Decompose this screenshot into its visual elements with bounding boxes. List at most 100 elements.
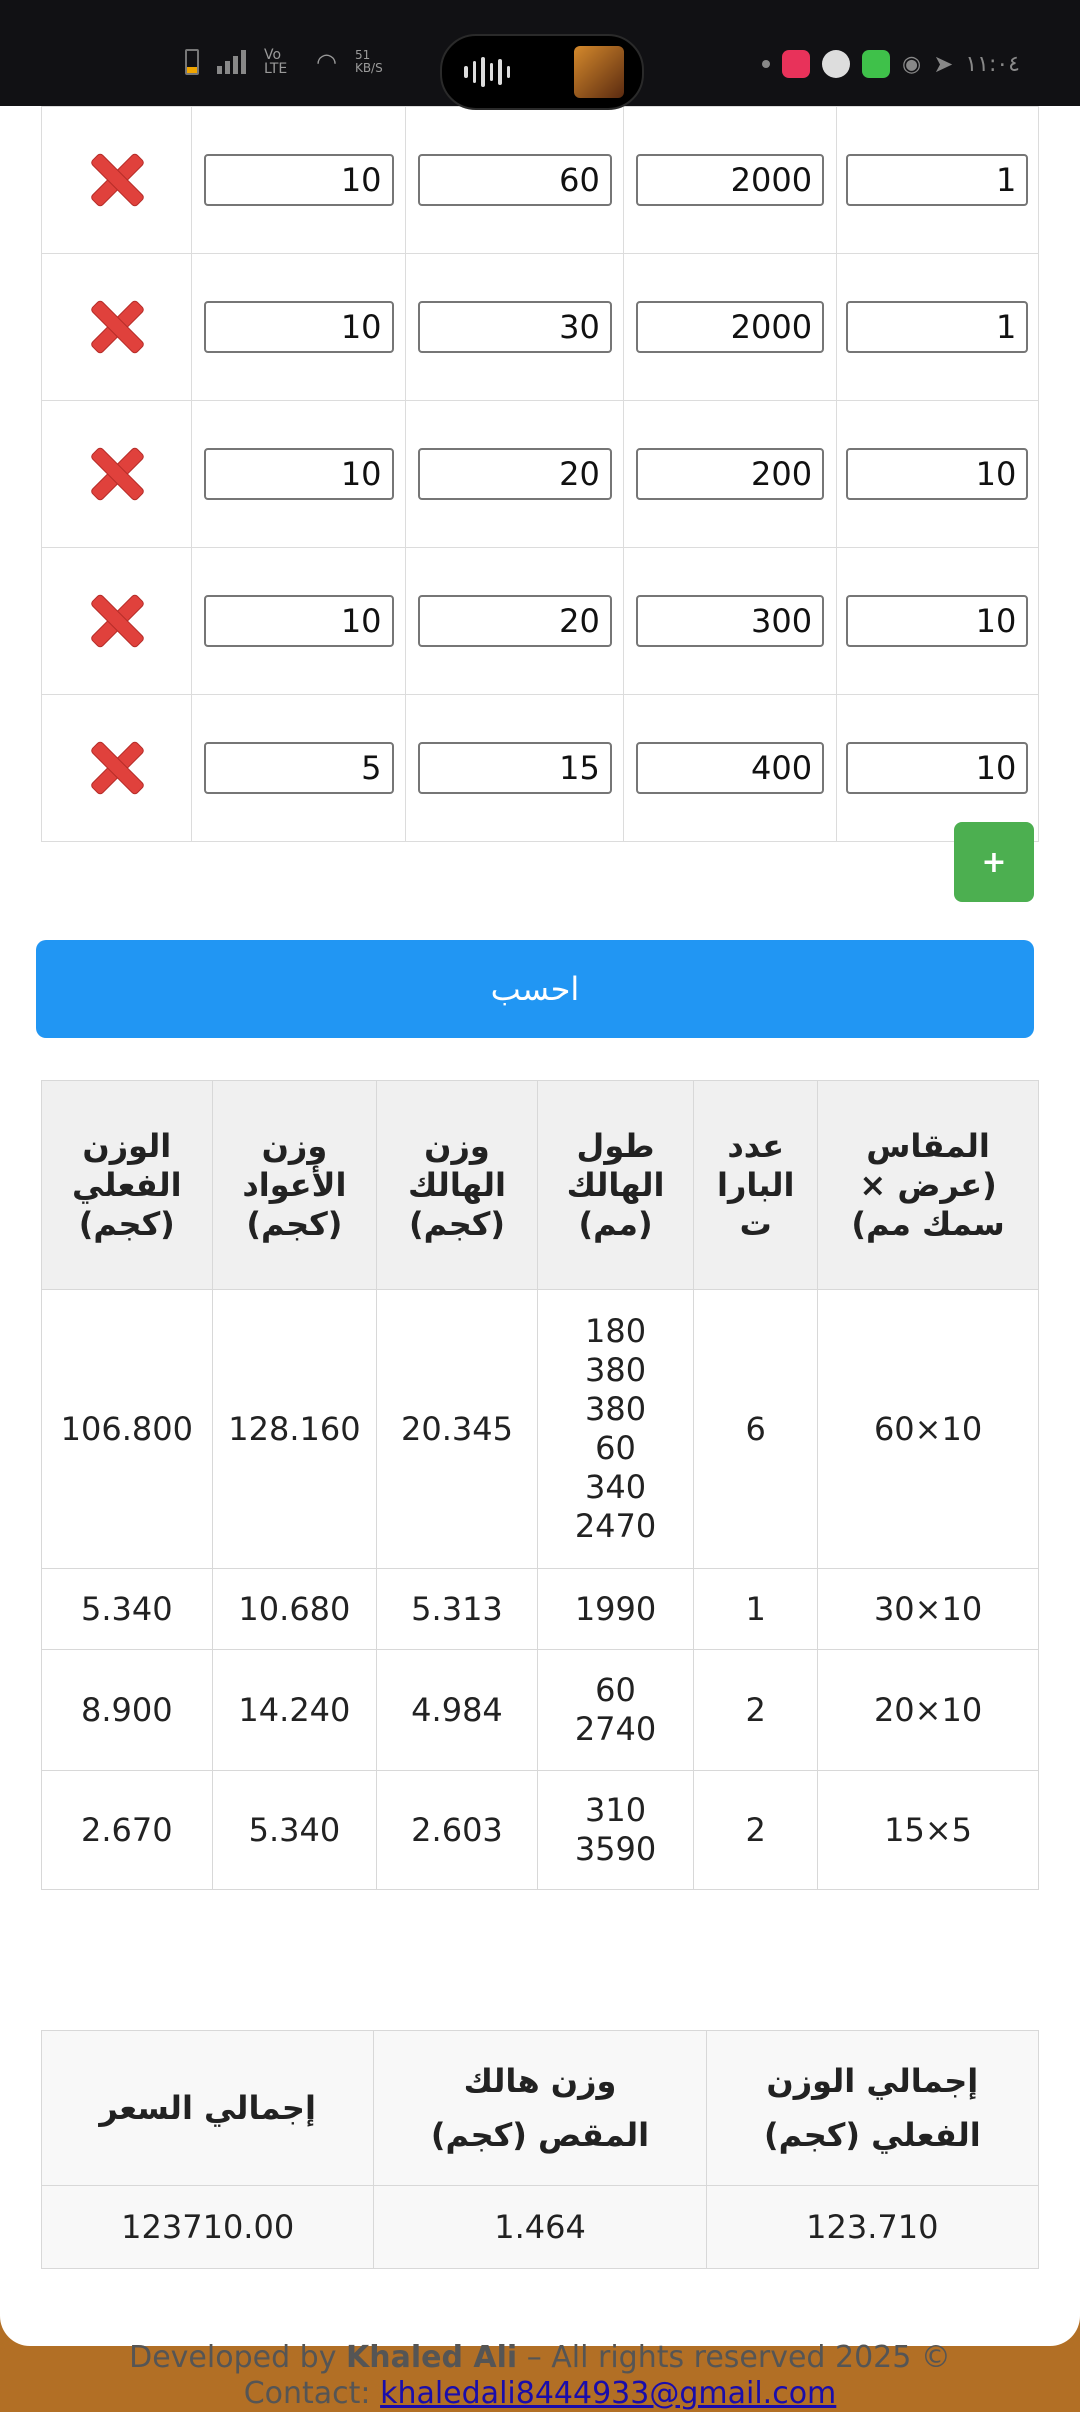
bars-cell: 2 bbox=[693, 1649, 819, 1771]
result-row: 10×20 2 60 2740 4.984 14.240 8.900 bbox=[41, 1649, 1039, 1771]
results-header-row: المقاس (عرض × سمك مم) عدد البارا ت طول ا… bbox=[41, 1080, 1039, 1290]
input-cell bbox=[835, 400, 1040, 548]
thickness-input[interactable] bbox=[203, 301, 394, 353]
totals-table: إجمالي الوزن الفعلي (كجم) وزن هالك المقص… bbox=[40, 2030, 1040, 2269]
waste-length-value: 60 bbox=[595, 1671, 636, 1709]
waste-length-cell: 60 2740 bbox=[536, 1649, 695, 1771]
input-cell bbox=[623, 253, 837, 401]
total-price-header: إجمالي السعر bbox=[40, 2030, 375, 2186]
delete-row-icon[interactable] bbox=[88, 150, 144, 206]
waste-length-value: 2740 bbox=[574, 1710, 657, 1748]
size-cell: 10×20 bbox=[817, 1649, 1039, 1771]
delete-row-icon[interactable] bbox=[88, 297, 144, 353]
width-input[interactable] bbox=[417, 301, 612, 353]
input-row bbox=[41, 106, 1040, 254]
width-input[interactable] bbox=[417, 154, 612, 206]
audio-wave-icon bbox=[464, 56, 510, 88]
waste-length-value: 310 bbox=[584, 1791, 647, 1829]
input-cell bbox=[405, 547, 625, 695]
music-app-icon bbox=[782, 50, 810, 78]
width-input[interactable] bbox=[417, 742, 612, 794]
length-input[interactable] bbox=[636, 742, 825, 794]
totals-header-row: إجمالي الوزن الفعلي (كجم) وزن هالك المقص… bbox=[40, 2030, 1040, 2186]
actual-weight-cell: 5.340 bbox=[41, 1568, 213, 1650]
input-cell bbox=[623, 547, 837, 695]
input-cell bbox=[190, 547, 407, 695]
waste-length-value: 1990 bbox=[574, 1589, 657, 1628]
waste-length-value: 180 bbox=[584, 1312, 647, 1350]
contact-label: Contact: bbox=[243, 2376, 371, 2411]
input-cell bbox=[190, 400, 407, 548]
count-input[interactable] bbox=[846, 595, 1029, 647]
count-input[interactable] bbox=[846, 448, 1029, 500]
rods-weight-cell: 10.680 bbox=[211, 1568, 378, 1650]
input-cell bbox=[835, 106, 1040, 254]
waste-length-cell: 180 380 380 60 340 2470 bbox=[536, 1289, 695, 1569]
delete-row-icon[interactable] bbox=[88, 444, 144, 500]
add-row-button[interactable]: + bbox=[954, 822, 1034, 902]
total-actual-weight-value: 123.710 bbox=[705, 2185, 1040, 2269]
header-waste-weight: وزن الهالك (كجم) bbox=[376, 1080, 538, 1290]
network-speed: 51 KB/S bbox=[354, 48, 383, 75]
thickness-input[interactable] bbox=[203, 154, 394, 206]
calculate-button[interactable]: احسب bbox=[36, 940, 1034, 1038]
waste-weight-cell: 4.984 bbox=[376, 1649, 538, 1771]
total-actual-weight-header: إجمالي الوزن الفعلي (كجم) bbox=[705, 2030, 1040, 2186]
app-icon bbox=[822, 50, 850, 78]
status-bar: Vo LTE ◠ 51 KB/S ◉ ➤ ١١:٠٤ bbox=[0, 0, 1080, 110]
input-cell bbox=[623, 694, 837, 842]
waste-length-value: 2470 bbox=[574, 1507, 657, 1545]
messages-app-icon bbox=[862, 50, 890, 78]
input-table bbox=[41, 106, 1040, 842]
count-input[interactable] bbox=[846, 154, 1029, 206]
bars-cell: 6 bbox=[693, 1289, 819, 1569]
dynamic-island[interactable] bbox=[440, 34, 644, 110]
scissor-waste-value: 1.464 bbox=[373, 2185, 707, 2269]
length-input[interactable] bbox=[636, 448, 825, 500]
header-size: المقاس (عرض × سمك مم) bbox=[817, 1080, 1039, 1290]
thickness-input[interactable] bbox=[203, 448, 394, 500]
input-cell bbox=[835, 694, 1040, 842]
rights-text: – All rights reserved 2025 © bbox=[526, 2340, 951, 2375]
results-table: المقاس (عرض × سمك مم) عدد البارا ت طول ا… bbox=[41, 1080, 1039, 1890]
bars-cell: 1 bbox=[693, 1568, 819, 1650]
input-cell bbox=[190, 694, 407, 842]
thickness-input[interactable] bbox=[203, 595, 394, 647]
size-cell: 10×60 bbox=[817, 1289, 1039, 1569]
header-waste-length: طول الهالك (مم) bbox=[536, 1080, 695, 1290]
delete-row-icon[interactable] bbox=[88, 738, 144, 794]
header-actual-weight: الوزن الفعلي (كجم) bbox=[41, 1080, 213, 1290]
delete-row-icon[interactable] bbox=[88, 591, 144, 647]
input-cell bbox=[835, 253, 1040, 401]
width-input[interactable] bbox=[417, 595, 612, 647]
length-input[interactable] bbox=[636, 154, 825, 206]
volte-label: Vo LTE bbox=[264, 47, 288, 77]
developed-by-text: Developed by bbox=[129, 2340, 337, 2375]
rods-weight-cell: 14.240 bbox=[211, 1649, 378, 1771]
input-cell bbox=[405, 106, 625, 254]
width-input[interactable] bbox=[417, 448, 612, 500]
thickness-input[interactable] bbox=[203, 742, 394, 794]
length-input[interactable] bbox=[636, 301, 825, 353]
count-input[interactable] bbox=[846, 301, 1029, 353]
scissor-waste-header: وزن هالك المقص (كجم) bbox=[373, 2030, 707, 2186]
footer: Developed by Khaled Ali – All rights res… bbox=[0, 2340, 1080, 2412]
input-cell bbox=[623, 106, 837, 254]
delete-cell bbox=[41, 694, 192, 842]
waste-length-value: 380 bbox=[584, 1351, 647, 1389]
input-cell bbox=[405, 694, 625, 842]
delete-cell bbox=[41, 400, 192, 548]
input-cell bbox=[623, 400, 837, 548]
count-input[interactable] bbox=[846, 742, 1029, 794]
contact-email-link[interactable]: khaledali8444933@gmail.com bbox=[380, 2376, 836, 2411]
size-cell: 10×30 bbox=[817, 1568, 1039, 1650]
input-row bbox=[41, 547, 1040, 695]
status-icons-left: Vo LTE ◠ 51 KB/S bbox=[185, 48, 389, 76]
header-rods-weight: وزن الأعواد (كجم) bbox=[211, 1080, 378, 1290]
length-input[interactable] bbox=[636, 595, 825, 647]
rods-weight-cell: 128.160 bbox=[211, 1289, 378, 1569]
waste-weight-cell: 20.345 bbox=[376, 1289, 538, 1569]
album-art-icon bbox=[574, 46, 624, 98]
input-row bbox=[41, 400, 1040, 548]
delete-cell bbox=[41, 547, 192, 695]
